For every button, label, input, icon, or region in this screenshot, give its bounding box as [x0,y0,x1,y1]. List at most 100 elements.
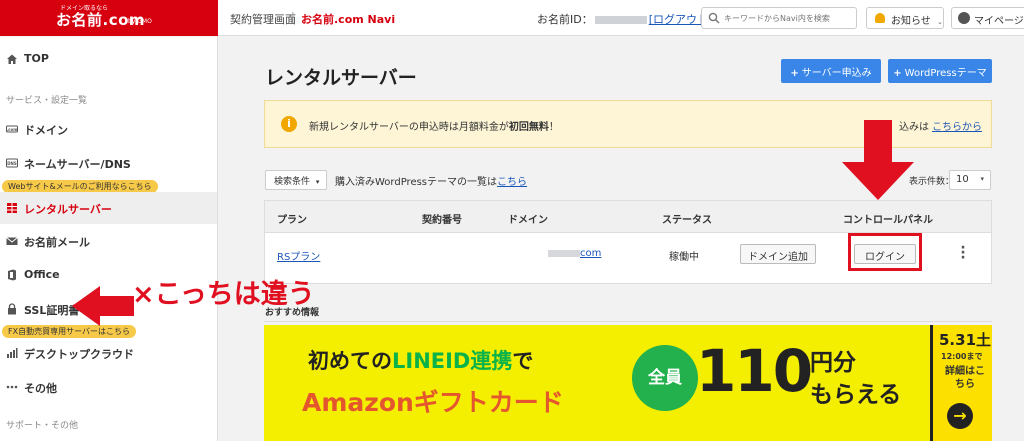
server-table: プラン 契約番号 ドメイン ステータス コントロールパネル RSプラン com … [264,200,992,284]
promo-line1-green: LINEID連携 [392,349,513,373]
sidebar-item-nameserver[interactable]: DNS ネームサーバー/DNS [0,149,217,177]
arrow-right-icon[interactable]: → [947,403,973,429]
navi-brand[interactable]: お名前.com Navi [301,11,395,27]
page-title: レンタルサーバー [265,67,417,89]
search-input[interactable] [724,10,852,26]
domain-masked [548,249,580,257]
member-id-label: お名前ID： [537,13,593,26]
member-id: お名前ID： [ログアウト] [537,11,712,27]
login-highlight-box [848,233,922,271]
contract-management-link[interactable]: 契約管理画面 [230,11,296,27]
domain-suffix[interactable]: com [580,248,601,259]
sidebar-section-support: サポート・その他 [6,421,79,431]
promo-line1-post: で [512,349,534,373]
chevron-down-icon: ▾ [315,178,320,186]
mypage-label: マイページ [974,16,1024,27]
sidebar-item-label: ドメイン [24,124,68,137]
sidebar-item-label: レンタルサーバー [24,203,112,216]
promo-detail: 詳細はこちら [945,366,985,390]
chevron-down-icon: ⌄ [937,18,943,26]
top-bar: ドメイン取るなら お名前.com by GMO 契約管理画面 | お名前.com… [0,0,1024,36]
member-id-masked [594,16,647,24]
search-icon [708,12,720,24]
promo-date: 5.31土 [939,331,992,349]
sidebar-item-label: Office [24,268,60,281]
info-text-end: ！ [548,122,559,133]
bell-icon [875,13,885,23]
info-text-bold: 初回無料 [508,122,549,133]
nav-separator: | [291,10,295,23]
col-domain: ドメイン [508,215,548,226]
promo-line2: Amazonギフトカード [302,388,564,417]
count-label: 表示件数： [909,177,955,187]
sidebar-item-top[interactable]: TOP [0,45,217,73]
logo[interactable]: ドメイン取るなら お名前.com by GMO [0,0,218,36]
filter-label: 検索条件 [274,177,311,187]
logo-sub: by GMO [128,18,152,25]
divider [264,321,992,322]
status-cell: 稼働中 [669,252,699,263]
dns-icon: DNS [6,158,18,168]
promo-line1: 初めてのLINEID連携で [308,345,533,375]
main-content: レンタルサーバー + サーバー申込み + WordPressテーマ i 新規レンタル… [219,37,1024,441]
mypage-button[interactable]: マイページ [951,7,1024,29]
annotation-wrong-text: ×こっちは違う [132,279,315,310]
home-icon [7,54,17,64]
plus-icon: + [893,68,902,79]
col-contract-number: 契約番号 [422,215,462,226]
sidebar-item-mail[interactable]: お名前メール [0,227,217,255]
wordpress-list-label: 購入済みWordPressテーマの一覧は [335,177,498,188]
server-apply-label: サーバー申込み [801,68,872,79]
office-icon [8,269,16,281]
chevron-down-icon: ▾ [980,175,984,183]
annotation-arrow-left-icon [72,286,134,326]
notice-label: お知らせ [891,16,931,27]
signal-icon [7,348,18,358]
sidebar-item-label: ネームサーバー/DNS [24,158,131,171]
plus-icon: + [790,68,799,79]
promo-unit2: もらえる [810,382,902,408]
user-icon [958,12,970,24]
col-plan: プラン [277,215,307,226]
server-icon [7,203,17,213]
wordpress-theme-label: WordPressテーマ [904,68,987,79]
notice-button[interactable]: お知らせ ⌄ [866,7,944,29]
sidebar-item-desktop-cloud[interactable]: デスクトップクラウド [0,339,217,367]
wordpress-list-link[interactable]: こちら [497,177,527,188]
more-menu-icon[interactable]: · · · [960,241,966,265]
sidebar-item-label: デスクトップクラウド [24,348,134,361]
info-right-link[interactable]: こちらから [932,122,982,133]
count-select[interactable]: 10 ▾ [949,170,991,190]
promo-side: 5.31土 12:00まで 詳細はこちら → [930,325,992,441]
domain-cell: com [548,248,601,259]
sidebar-section-service: サービス・設定一覧 [6,96,88,106]
mail-icon [6,237,18,245]
sidebar-item-other[interactable]: その他 [0,373,217,401]
promo-unit: 円分 [810,350,856,376]
lock-icon [8,303,16,315]
filter-button[interactable]: 検索条件 ▾ [265,170,327,190]
col-status: ステータス [662,215,712,226]
more-icon [6,385,18,389]
annotation-arrow-down-icon [842,120,914,200]
promo-banner[interactable]: 初めてのLINEID連携で Amazonギフトカード 全員 110 円分 もらえ… [264,325,992,441]
table-header: プラン 契約番号 ドメイン ステータス コントロールパネル [265,201,991,233]
domain-icon: .com [6,125,18,133]
count-value: 10 [956,174,969,185]
info-text-main: 新規レンタルサーバーの申込時は月額料金が [309,122,509,133]
wordpress-theme-button[interactable]: + WordPressテーマ [888,59,992,83]
promo-line1-pre: 初めての [308,349,392,373]
navi-search[interactable] [701,7,857,29]
sidebar-item-domain[interactable]: .com ドメイン [0,115,217,143]
add-domain-button[interactable]: ドメイン追加 [740,244,816,264]
plan-link[interactable]: RSプラン [277,248,320,263]
info-icon: i [281,116,297,132]
fx-server-tag[interactable]: FX自動売買専用サーバーはこちら [2,325,137,338]
sidebar-item-label: お名前メール [24,236,90,249]
info-text: 新規レンタルサーバーの申込時は月額料金が初回無料！ [309,118,559,133]
wordpress-list-text: 購入済みWordPressテーマの一覧はこちら [335,173,527,188]
sidebar-item-label: その他 [24,382,57,395]
server-apply-button[interactable]: + サーバー申込み [781,59,881,83]
sidebar-item-rental-server[interactable]: レンタルサーバー [0,192,217,224]
sidebar-item-label: TOP [24,52,49,65]
